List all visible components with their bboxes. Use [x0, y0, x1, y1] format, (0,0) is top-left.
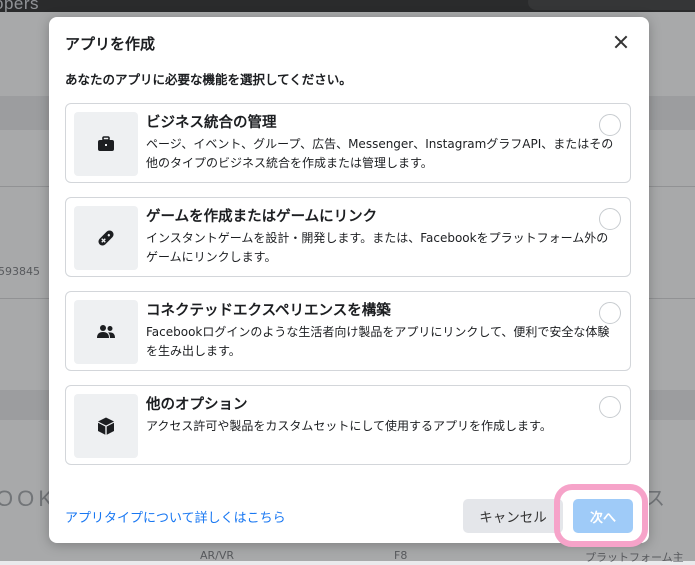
option-description: アクセス許可や製品をカスタムセットにして使用するアプリを作成します。	[146, 419, 552, 433]
option-radio[interactable]	[599, 208, 621, 230]
option-business-integration[interactable]: ビジネス統合の管理 ページ、イベント、グループ、広告、Messenger、Ins…	[65, 103, 631, 183]
option-radio[interactable]	[599, 396, 621, 418]
option-icon-box	[74, 206, 138, 270]
cancel-button[interactable]: キャンセル	[463, 499, 563, 533]
option-game[interactable]: ゲームを作成またはゲームにリンク インスタントゲームを設計・開発します。または、…	[65, 197, 631, 277]
option-radio[interactable]	[599, 114, 621, 136]
learn-more-link[interactable]: アプリタイプについて詳しくはこちら	[65, 507, 286, 526]
people-icon	[97, 325, 115, 338]
gamepad-icon	[98, 230, 114, 246]
option-title: 他のオプション	[146, 397, 248, 413]
option-connected-experience[interactable]: コネクテッドエクスペリエンスを構築 Facebookログインのような生活者向け製…	[65, 291, 631, 371]
close-icon[interactable]	[613, 34, 629, 50]
option-title: コネクテッドエクスペリエンスを構築	[146, 303, 391, 319]
next-button[interactable]: 次へ	[573, 499, 633, 533]
dialog-subtitle: あなたのアプリに必要な機能を選択してください。	[65, 72, 352, 87]
option-icon-box	[74, 112, 138, 176]
option-other[interactable]: 他のオプション アクセス許可や製品をカスタムセットにして使用するアプリを作成しま…	[65, 385, 631, 465]
option-radio[interactable]	[599, 302, 621, 324]
option-description: Facebookログインのような生活者向け製品をアプリにリンクして、便利で安全な…	[146, 325, 610, 358]
option-title: ビジネス統合の管理	[146, 115, 277, 131]
create-app-dialog: アプリを作成 あなたのアプリに必要な機能を選択してください。 ビジネス統合の管理…	[49, 17, 649, 547]
option-title: ゲームを作成またはゲームにリンク	[146, 209, 378, 225]
briefcase-icon	[98, 136, 114, 151]
dialog-title: アプリを作成	[65, 35, 156, 53]
option-icon-box	[74, 394, 138, 458]
option-icon-box	[74, 300, 138, 364]
option-description: インスタントゲームを設計・開発します。または、Facebookをプラットフォーム…	[146, 231, 609, 264]
cube-icon	[98, 417, 114, 435]
option-description: ページ、イベント、グループ、広告、Messenger、InstagramグラフA…	[146, 137, 614, 170]
